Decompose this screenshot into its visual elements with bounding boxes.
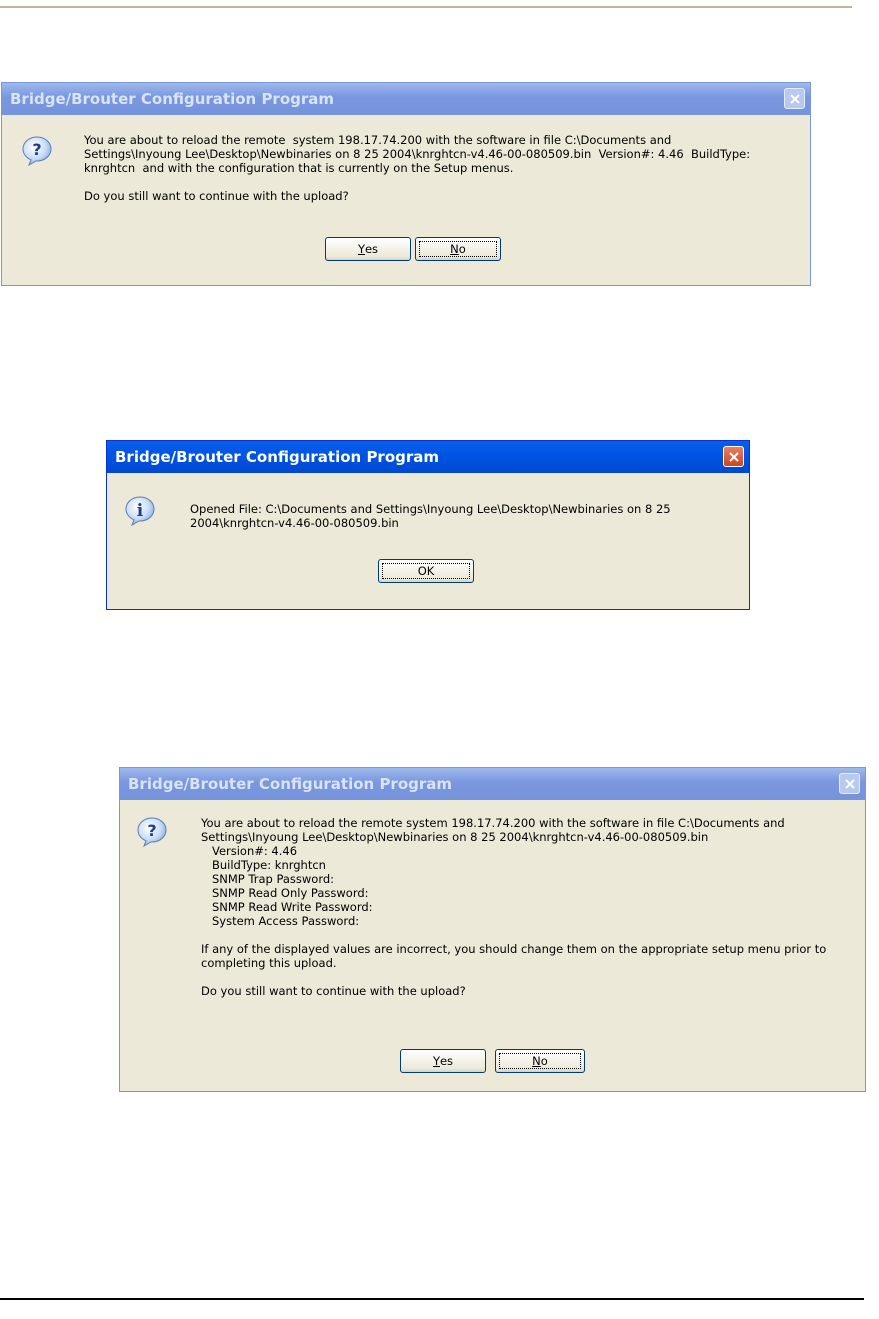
close-button[interactable]: [784, 88, 805, 109]
no-label: o: [540, 1054, 548, 1068]
reload-confirm-dialog-1: Bridge/Brouter Configuration Program ? Y…: [1, 82, 811, 286]
reload-confirm-dialog-2: Bridge/Brouter Configuration Program ? Y…: [119, 767, 866, 1092]
close-button[interactable]: [839, 773, 860, 794]
no-button[interactable]: No: [415, 237, 501, 261]
yes-label: es: [439, 1054, 454, 1068]
yes-button[interactable]: Yes: [400, 1049, 486, 1073]
dialog-message: You are about to reload the remote syste…: [84, 133, 751, 203]
dialog-title: Bridge/Brouter Configuration Program: [115, 448, 440, 466]
ok-button[interactable]: OK: [378, 559, 474, 583]
title-bar[interactable]: Bridge/Brouter Configuration Program: [2, 83, 810, 115]
dialog-title: Bridge/Brouter Configuration Program: [128, 775, 453, 793]
svg-text:?: ?: [147, 821, 156, 840]
dialog-title: Bridge/Brouter Configuration Program: [10, 90, 335, 108]
close-icon: [789, 93, 800, 104]
no-button[interactable]: No: [495, 1049, 585, 1073]
page-top-rule: [0, 6, 852, 8]
yes-mnemonic: Y: [357, 242, 365, 256]
page-bottom-rule: [0, 1298, 864, 1300]
close-button[interactable]: [723, 446, 744, 467]
no-mnemonic: N: [532, 1054, 541, 1068]
title-bar[interactable]: Bridge/Brouter Configuration Program: [120, 768, 865, 800]
opened-file-dialog: Bridge/Brouter Configuration Program i O…: [106, 440, 750, 610]
info-icon: i: [125, 496, 155, 527]
dialog-message: Opened File: C:\Documents and Settings\I…: [190, 502, 671, 530]
yes-button[interactable]: Yes: [325, 237, 411, 261]
svg-text:?: ?: [32, 140, 41, 159]
no-label: o: [458, 242, 466, 256]
ok-label: OK: [417, 564, 435, 578]
no-mnemonic: N: [450, 242, 459, 256]
close-icon: [844, 778, 855, 789]
question-icon: ?: [137, 817, 167, 848]
svg-text:i: i: [137, 501, 144, 521]
dialog-message: You are about to reload the remote syste…: [201, 816, 827, 998]
yes-mnemonic: Y: [432, 1054, 440, 1068]
title-bar[interactable]: Bridge/Brouter Configuration Program: [107, 441, 749, 473]
close-icon: [728, 451, 739, 462]
question-icon: ?: [22, 136, 52, 167]
yes-label: es: [364, 242, 379, 256]
